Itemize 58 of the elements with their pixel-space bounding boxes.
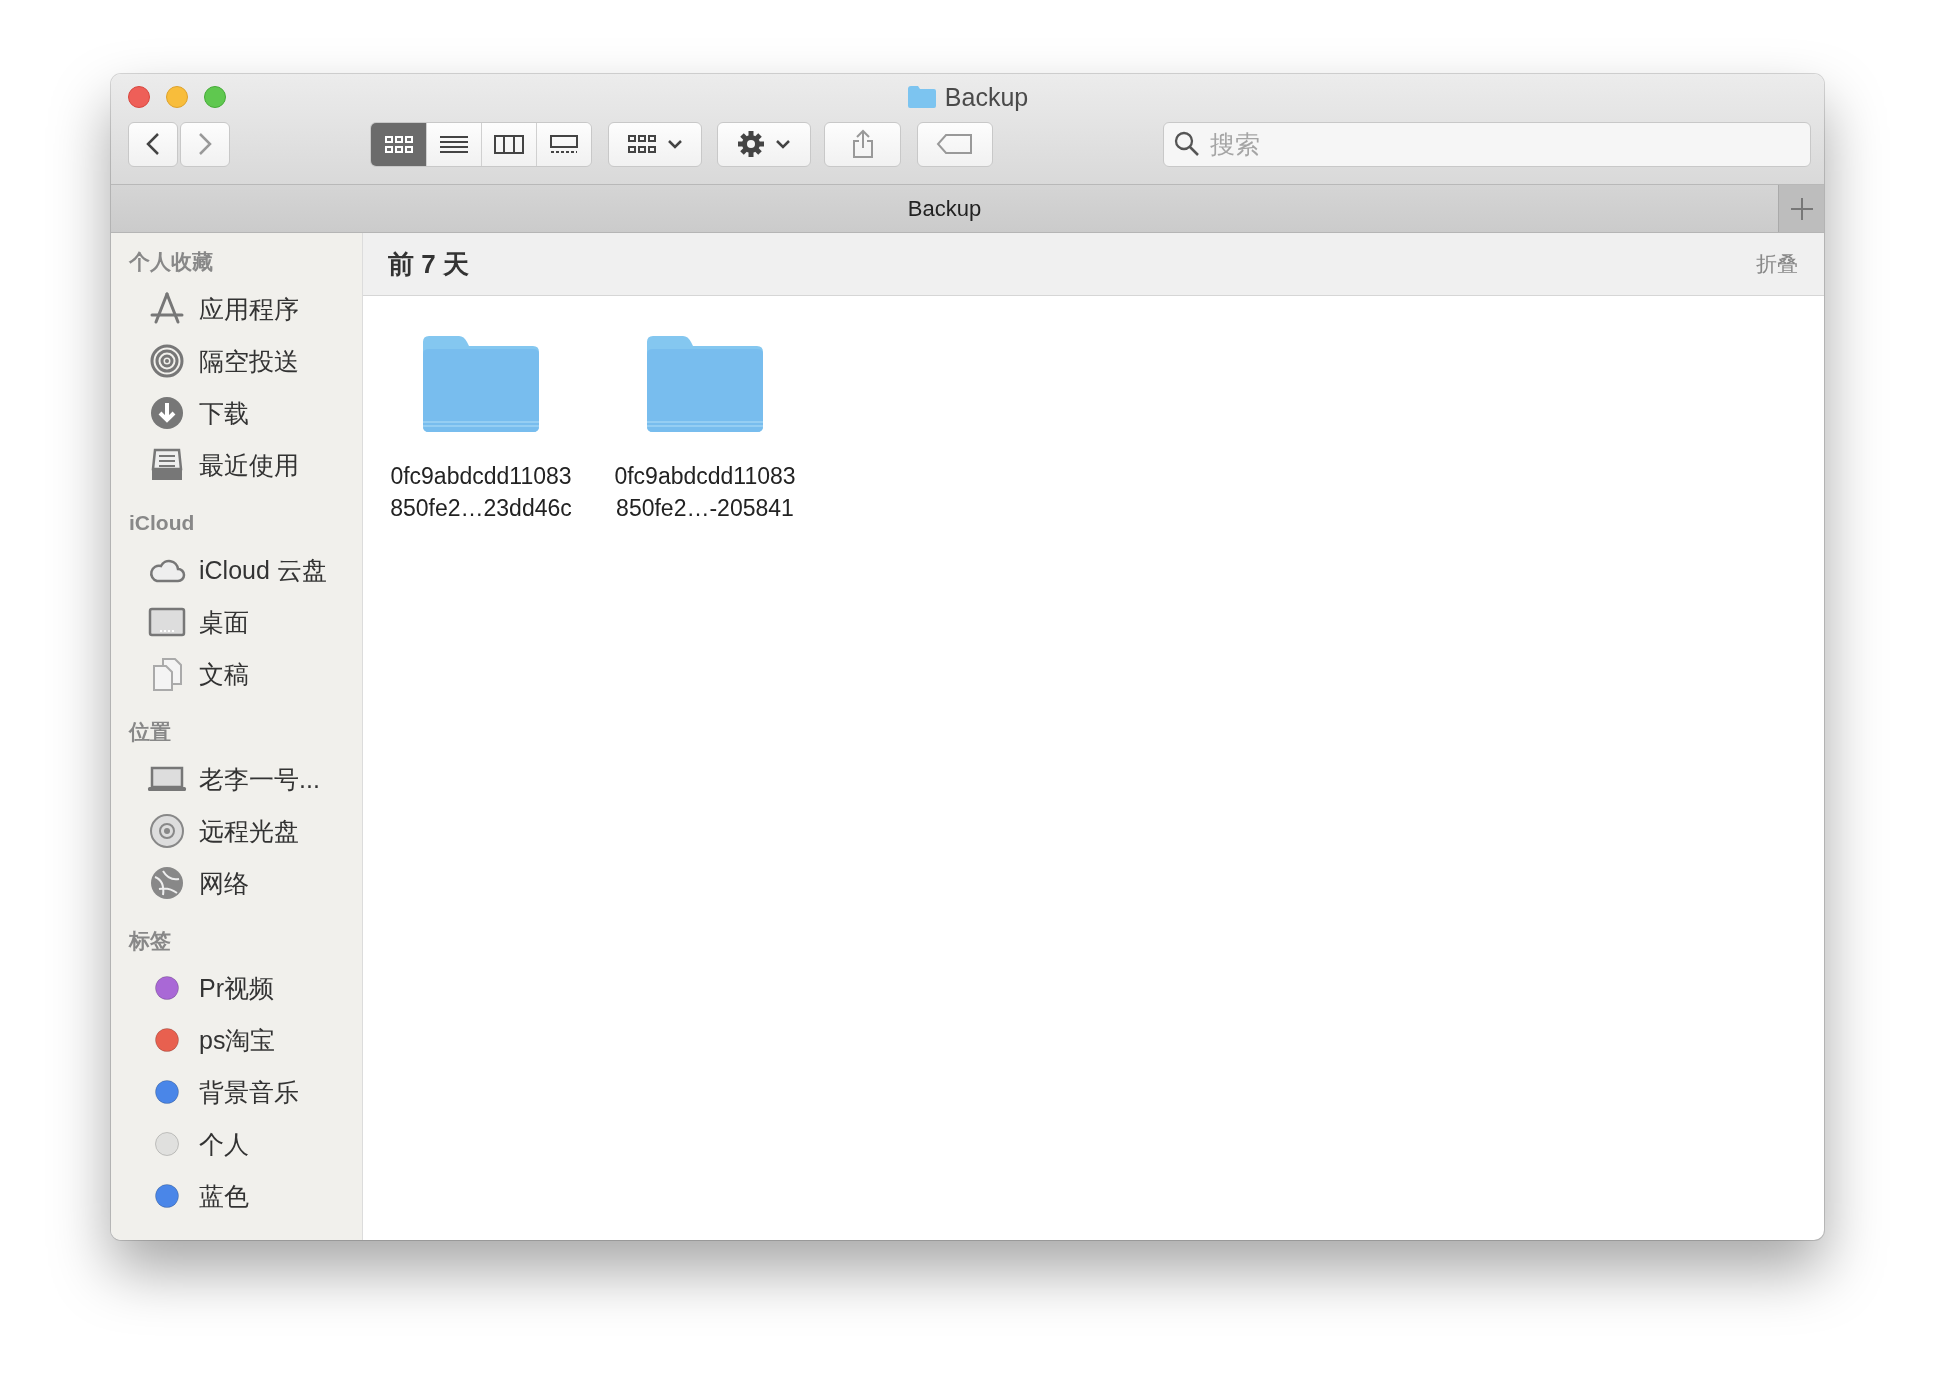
- folder-icon: [421, 334, 541, 434]
- file-name[interactable]: 0fc9abdcdd11083 850fe2…-205841: [614, 460, 796, 524]
- group-button[interactable]: [608, 121, 702, 167]
- view-mode-tab[interactable]: [536, 122, 591, 166]
- desktop-icon: [148, 606, 186, 638]
- chevron-left-icon: [146, 132, 160, 156]
- group-title: 前 7 天: [388, 247, 469, 281]
- airdrop-icon: [149, 343, 185, 379]
- sidebar-item[interactable]: iCloud 云盘: [111, 544, 362, 596]
- sidebar-item[interactable]: ps淘宝: [111, 1014, 362, 1066]
- search-field[interactable]: 搜索: [1163, 121, 1811, 167]
- chevron-right-icon: [198, 132, 212, 156]
- back-button[interactable]: [128, 121, 178, 167]
- sidebar-item[interactable]: 文稿: [111, 648, 362, 700]
- icon-view-icon: [382, 133, 415, 155]
- globe-icon: [149, 865, 185, 901]
- section-header: iCloud: [128, 510, 196, 536]
- folder-icon: [906, 85, 937, 109]
- list-view-icon: [438, 133, 470, 155]
- sidebar-item[interactable]: 桌面: [111, 596, 362, 648]
- share-icon: [850, 129, 875, 159]
- sidebar-item[interactable]: 最近使用: [111, 439, 362, 491]
- chevron-down-icon: [667, 139, 683, 149]
- view-mode-tab[interactable]: [371, 122, 426, 166]
- sidebar-item[interactable]: 应用程序: [111, 283, 362, 335]
- sidebar-item[interactable]: 个人: [111, 1118, 362, 1170]
- column-view-icon: [493, 133, 525, 155]
- sidebar-item[interactable]: 隔空投送: [111, 335, 362, 387]
- section-header: 标签: [127, 928, 172, 954]
- sidebar-item[interactable]: 下载: [111, 387, 362, 439]
- section-header: 位置: [127, 719, 172, 745]
- share-button[interactable]: [824, 121, 901, 167]
- action-button[interactable]: [717, 121, 811, 167]
- plus-icon: [1789, 196, 1814, 221]
- sidebar-item[interactable]: 背景音乐: [111, 1066, 362, 1118]
- view-mode-tab[interactable]: [426, 122, 481, 166]
- window-title: Backup: [944, 82, 1029, 112]
- laptop-icon: [147, 765, 187, 793]
- gallery-view-icon: [548, 133, 580, 155]
- search-icon: [1173, 129, 1201, 158]
- tag-icon: [936, 133, 974, 155]
- settings-icon: [737, 130, 765, 158]
- tag-button[interactable]: [917, 121, 993, 167]
- tray-icon: [149, 447, 185, 483]
- close-button[interactable]: [128, 86, 150, 108]
- folder-icon: [645, 334, 765, 434]
- download-icon: [149, 395, 185, 431]
- chevron-down-icon: [775, 139, 791, 149]
- sidebar-item[interactable]: 老李一号...: [111, 753, 362, 805]
- sidebar-item[interactable]: Pr视频: [111, 962, 362, 1014]
- disc-icon: [149, 813, 185, 849]
- sidebar-item[interactable]: 蓝色: [111, 1170, 362, 1222]
- grid-icon: [627, 133, 657, 155]
- view-mode-tab[interactable]: [481, 122, 536, 166]
- section-header: 个人收藏: [128, 249, 214, 275]
- file-name[interactable]: 0fc9abdcdd11083 850fe2…23dd46c: [390, 460, 572, 524]
- sidebar-item[interactable]: 远程光盘: [111, 805, 362, 857]
- sidebar-item[interactable]: 网络: [111, 857, 362, 909]
